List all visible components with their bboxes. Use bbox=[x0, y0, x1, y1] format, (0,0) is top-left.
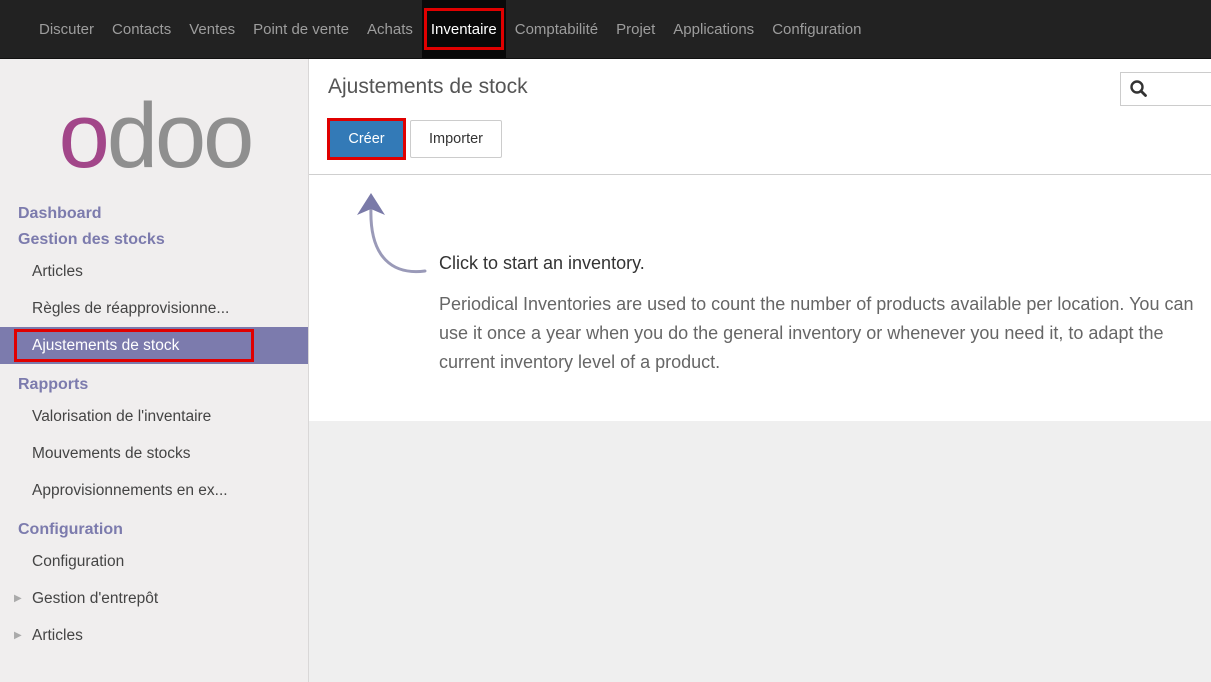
menu-achats[interactable]: Achats bbox=[358, 0, 422, 58]
sidebar-item-label: Gestion d'entrepôt bbox=[32, 590, 159, 607]
search-input[interactable] bbox=[1120, 72, 1211, 106]
sidebar-item-ajustements-de-stock[interactable]: Ajustements de stock bbox=[0, 327, 308, 364]
menu-point-de-vente[interactable]: Point de vente bbox=[244, 0, 358, 58]
sidebar-item-mouvements-de-stocks[interactable]: Mouvements de stocks bbox=[0, 435, 308, 472]
menu-projet[interactable]: Projet bbox=[607, 0, 664, 58]
sidebar-item-configuration[interactable]: Configuration bbox=[0, 543, 308, 580]
sidebar: odoo Dashboard Gestion des stocks Articl… bbox=[0, 59, 309, 682]
odoo-logo[interactable]: odoo bbox=[30, 79, 280, 189]
empty-list-area bbox=[309, 421, 1211, 682]
logo-letters-doo: doo bbox=[107, 85, 252, 187]
caret-right-icon: ▶ bbox=[14, 593, 22, 604]
helper-description: Periodical Inventories are used to count… bbox=[439, 294, 1194, 372]
menu-contacts[interactable]: Contacts bbox=[103, 0, 180, 58]
import-button[interactable]: Importer bbox=[410, 120, 502, 158]
sidebar-item-articles-config[interactable]: ▶ Articles bbox=[0, 617, 308, 654]
sidebar-item-articles[interactable]: Articles bbox=[0, 253, 308, 290]
section-rapports[interactable]: Rapports bbox=[0, 372, 308, 398]
logo-letter-o: o bbox=[59, 85, 107, 187]
top-menu: Discuter Contacts Ventes Point de vente … bbox=[30, 0, 870, 58]
sidebar-item-label: Articles bbox=[32, 627, 83, 644]
page-title: Ajustements de stock bbox=[328, 75, 528, 98]
menu-configuration[interactable]: Configuration bbox=[763, 0, 870, 58]
sidebar-item-approvisionnements-en-exception[interactable]: Approvisionnements en ex... bbox=[0, 472, 308, 509]
main-content: Ajustements de stock Créer Importer Clic… bbox=[309, 59, 1211, 682]
menu-inventaire[interactable]: Inventaire bbox=[421, 0, 506, 58]
section-gestion-des-stocks[interactable]: Gestion des stocks bbox=[0, 227, 308, 253]
section-dashboard[interactable]: Dashboard bbox=[0, 201, 308, 227]
menu-comptabilite[interactable]: Comptabilité bbox=[506, 0, 607, 58]
top-navbar: Discuter Contacts Ventes Point de vente … bbox=[0, 0, 1211, 59]
control-panel: Ajustements de stock Créer Importer bbox=[309, 59, 1211, 175]
sidebar-nav: Dashboard Gestion des stocks Articles Rè… bbox=[0, 199, 308, 654]
menu-applications[interactable]: Applications bbox=[664, 0, 763, 58]
empty-state-helper: Click to start an inventory. Periodical … bbox=[309, 175, 1211, 421]
sidebar-item-regles-reapprovisionnement[interactable]: Règles de réapprovisionne... bbox=[0, 290, 308, 327]
search-icon bbox=[1130, 80, 1147, 97]
section-configuration[interactable]: Configuration bbox=[0, 517, 308, 543]
helper-title: Click to start an inventory. bbox=[439, 253, 645, 273]
menu-discuter[interactable]: Discuter bbox=[30, 0, 103, 58]
caret-right-icon: ▶ bbox=[14, 630, 22, 641]
menu-ventes[interactable]: Ventes bbox=[180, 0, 244, 58]
create-button[interactable]: Créer bbox=[327, 118, 406, 160]
logo-text: odoo bbox=[59, 85, 252, 187]
curved-arrow-up-icon bbox=[357, 193, 427, 274]
sidebar-item-valorisation-inventaire[interactable]: Valorisation de l'inventaire bbox=[0, 398, 308, 435]
sidebar-item-gestion-entrepot[interactable]: ▶ Gestion d'entrepôt bbox=[0, 580, 308, 617]
